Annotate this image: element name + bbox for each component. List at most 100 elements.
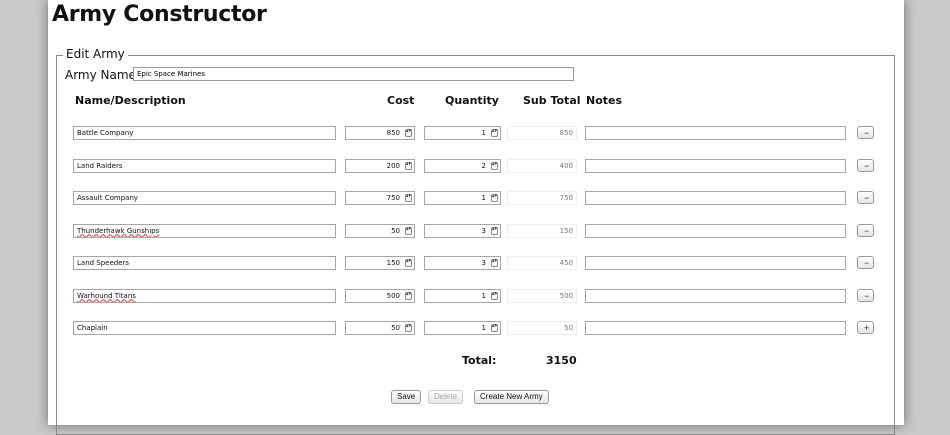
remove-row-button[interactable]: − xyxy=(857,288,874,302)
add-row-button[interactable]: + xyxy=(857,321,874,334)
item-cost-value: 50 xyxy=(391,324,400,332)
cost-stepper-icon[interactable]: ▴▾ xyxy=(405,129,412,137)
item-name-input[interactable]: Thunderhawk Gunships xyxy=(73,223,336,238)
remove-row-button[interactable]: − xyxy=(857,223,874,237)
item-name-text: Battle Company xyxy=(77,129,134,137)
item-cost-value: 150 xyxy=(386,259,400,267)
header-notes: Notes xyxy=(586,94,623,107)
item-subtotal: 50 xyxy=(507,321,577,335)
item-notes-input[interactable] xyxy=(585,321,846,335)
item-cost-input[interactable]: 850 ▴▾ xyxy=(345,126,415,140)
item-cost-input[interactable]: 150 ▴▾ xyxy=(345,256,415,270)
item-cost-value: 850 xyxy=(386,129,400,137)
item-notes-input[interactable] xyxy=(585,158,846,173)
item-quantity-input[interactable]: 2 ▴▾ xyxy=(424,158,501,173)
item-notes-input[interactable] xyxy=(585,126,846,140)
item-quantity-value: 1 xyxy=(481,129,486,137)
item-notes-input[interactable] xyxy=(585,256,846,270)
quantity-stepper-icon[interactable]: ▴▾ xyxy=(491,226,498,235)
item-cost-input[interactable]: 200 ▴▾ xyxy=(345,158,415,173)
table-row: Thunderhawk Gunships 50 ▴▾ 3 ▴▾ 150 − xyxy=(57,223,896,240)
item-name-text: Warhound Titans xyxy=(77,291,136,300)
header-cost: Cost xyxy=(387,94,415,107)
item-cost-input[interactable]: 500 ▴▾ xyxy=(345,288,415,303)
item-quantity-value: 1 xyxy=(481,194,486,202)
item-name-text: Chaplain xyxy=(77,324,108,332)
item-cost-input[interactable]: 750 ▴▾ xyxy=(345,191,415,205)
item-subtotal: 400 xyxy=(507,158,577,173)
item-subtotal: 450 xyxy=(507,256,577,270)
cost-stepper-icon[interactable]: ▴▾ xyxy=(405,226,412,235)
item-subtotal: 150 xyxy=(507,223,577,238)
delete-button[interactable]: Delete xyxy=(428,390,464,404)
table-row: Chaplain 50 ▴▾ 1 ▴▾ 50 + xyxy=(57,321,896,337)
item-quantity-value: 1 xyxy=(481,324,486,332)
cost-stepper-icon[interactable]: ▴▾ xyxy=(405,161,412,170)
item-cost-input[interactable]: 50 ▴▾ xyxy=(345,223,415,238)
quantity-stepper-icon[interactable]: ▴▾ xyxy=(491,161,498,170)
item-name-text: Land Raiders xyxy=(77,161,123,170)
item-name-input[interactable]: Warhound Titans xyxy=(73,288,336,303)
item-notes-input[interactable] xyxy=(585,223,846,238)
table-row: Battle Company 850 ▴▾ 1 ▴▾ 850 − xyxy=(57,126,896,142)
army-name-input[interactable] xyxy=(133,67,574,81)
item-name-input[interactable]: Assault Company xyxy=(73,191,336,205)
item-notes-input[interactable] xyxy=(585,191,846,205)
quantity-stepper-icon[interactable]: ▴▾ xyxy=(491,129,498,137)
item-quantity-input[interactable]: 3 ▴▾ xyxy=(424,256,501,270)
remove-row-button[interactable]: − xyxy=(857,126,874,139)
item-name-input[interactable]: Land Raiders xyxy=(73,158,336,173)
quantity-stepper-icon[interactable]: ▴▾ xyxy=(491,194,498,202)
table-row: Warhound Titans 500 ▴▾ 1 ▴▾ 500 − xyxy=(57,288,896,305)
table-row: Land Raiders 200 ▴▾ 2 ▴▾ 400 − xyxy=(57,158,896,175)
header-quantity: Quantity xyxy=(445,94,499,107)
item-cost-value: 750 xyxy=(386,194,400,202)
item-subtotal: 750 xyxy=(507,191,577,205)
header-name: Name/Description xyxy=(75,94,186,107)
item-quantity-value: 2 xyxy=(481,161,486,170)
quantity-stepper-icon[interactable]: ▴▾ xyxy=(491,291,498,300)
item-name-input[interactable]: Land Speeders xyxy=(73,256,336,270)
page-title: Army Constructor xyxy=(52,2,267,27)
app-window: Army Constructor Edit Army Army Name: Na… xyxy=(48,0,904,435)
item-notes-input[interactable] xyxy=(585,288,846,303)
create-new-army-button[interactable]: Create New Army xyxy=(474,390,549,404)
edit-army-fieldset: Edit Army Army Name: Name/Description Co… xyxy=(56,47,896,435)
item-quantity-input[interactable]: 1 ▴▾ xyxy=(424,126,501,140)
item-quantity-input[interactable]: 1 ▴▾ xyxy=(424,191,501,205)
item-quantity-input[interactable]: 3 ▴▾ xyxy=(424,223,501,238)
army-name-label: Army Name: xyxy=(65,68,140,82)
item-name-text: Thunderhawk Gunships xyxy=(77,226,160,235)
save-button[interactable]: Save xyxy=(391,390,422,404)
item-cost-value: 50 xyxy=(391,226,400,235)
header-subtotal: Sub Total xyxy=(523,94,581,107)
item-subtotal: 500 xyxy=(507,288,577,303)
remove-row-button[interactable]: − xyxy=(857,191,874,204)
item-name-text: Assault Company xyxy=(77,194,139,202)
item-subtotal: 850 xyxy=(507,126,577,140)
item-name-input[interactable]: Battle Company xyxy=(73,126,336,140)
quantity-stepper-icon[interactable]: ▴▾ xyxy=(491,324,498,332)
item-name-text: Land Speeders xyxy=(77,259,130,267)
item-name-input[interactable]: Chaplain xyxy=(73,321,336,335)
item-quantity-input[interactable]: 1 ▴▾ xyxy=(424,288,501,303)
item-cost-value: 500 xyxy=(386,291,400,300)
quantity-stepper-icon[interactable]: ▴▾ xyxy=(491,259,498,267)
total-label: Total: xyxy=(462,354,497,367)
table-row: Assault Company 750 ▴▾ 1 ▴▾ 750 − xyxy=(57,191,896,207)
fieldset-legend: Edit Army xyxy=(63,47,128,61)
item-quantity-value: 3 xyxy=(481,226,486,235)
item-cost-input[interactable]: 50 ▴▾ xyxy=(345,321,415,335)
total-value: 3150 xyxy=(546,354,577,367)
item-cost-value: 200 xyxy=(386,161,400,170)
table-row: Land Speeders 150 ▴▾ 3 ▴▾ 450 − xyxy=(57,256,896,272)
cost-stepper-icon[interactable]: ▴▾ xyxy=(405,291,412,300)
cost-stepper-icon[interactable]: ▴▾ xyxy=(405,194,412,202)
remove-row-button[interactable]: − xyxy=(857,158,874,172)
cost-stepper-icon[interactable]: ▴▾ xyxy=(405,259,412,267)
item-quantity-input[interactable]: 1 ▴▾ xyxy=(424,321,501,335)
item-quantity-value: 3 xyxy=(481,259,486,267)
cost-stepper-icon[interactable]: ▴▾ xyxy=(405,324,412,332)
remove-row-button[interactable]: − xyxy=(857,256,874,269)
item-quantity-value: 1 xyxy=(481,291,486,300)
